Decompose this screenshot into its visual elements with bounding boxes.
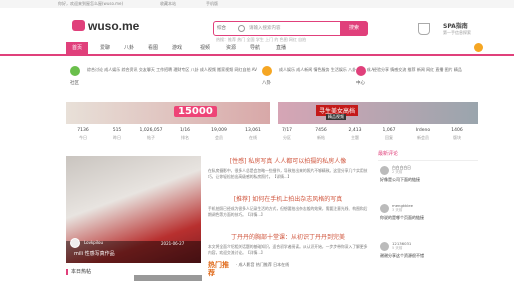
category-links[interactable]: 综合讨论 成人娱乐 综合资讯 交友聊天 工作招聘 理财专区 八卦 成人视频 搬家… <box>87 64 257 76</box>
avatar <box>380 242 389 251</box>
nav-item-resources[interactable]: 资源 <box>220 42 242 55</box>
comment-time: 2 天前 <box>392 170 403 174</box>
nav-item-live[interactable]: 直播 <box>270 42 292 55</box>
ad-banner-left[interactable]: 15000 <box>66 102 270 124</box>
nav-item-games[interactable]: 游戏 <box>166 42 188 55</box>
featured-title: mili 性感写真作品 <box>74 251 115 257</box>
featured-author: Lovkpilou <box>84 240 104 245</box>
banner-subtitle: 精品视频 <box>326 114 346 120</box>
nav-item-gossip[interactable]: 八卦 <box>118 42 140 55</box>
gossip-icon <box>262 66 272 76</box>
hot-recommend-title: 热门推荐 <box>208 261 229 277</box>
article-summary: 在私房摄影中，很多人总是会忽略一些细节，导致拍出来的照片不够精致。这里分享几个实… <box>208 168 368 179</box>
comment-text[interactable]: 你说的是哪个页面的链接 <box>380 215 476 221</box>
stat-item: 2,413 主题 <box>348 128 362 140</box>
article-item[interactable]: 丁丹丹的胸部十堂课：从初识丁丹丹到完美 本文将全面介绍相关话题的基础知识，适合初… <box>208 232 368 261</box>
stat-item: 515 昨日 <box>112 128 122 140</box>
comment-text[interactable]: 好像是公司下面的链接 <box>380 177 476 183</box>
sun-icon[interactable] <box>474 43 483 52</box>
article-list: [性感] 私房写真 人人都可以拍摄的私房人像 在私房摄影中，很多人总是会忽略一些… <box>208 156 368 268</box>
nav-item-navigation[interactable]: 导航 <box>244 42 266 55</box>
search-button[interactable]: 搜索 <box>340 21 368 36</box>
article-summary: 手机拍照已经成为很多人记录生活的方式，但想要拍出杂志般的效果，需要注意光线、构图… <box>208 206 368 217</box>
stat-item: 7/17 分区 <box>281 128 293 140</box>
stat-item: Irdeno 新会员 <box>415 128 431 140</box>
logo-icon <box>72 20 85 31</box>
avatar <box>380 166 389 175</box>
stat-item: 7136 今日 <box>77 128 89 140</box>
mobile-link[interactable]: 手机版 <box>206 0 218 8</box>
search-icon <box>238 25 245 32</box>
nav-item-video[interactable]: 视频 <box>194 42 216 55</box>
stat-item: 1,067 回复 <box>382 128 396 140</box>
latest-comments: 最新评论 白白白白日 2 天前 好像是公司下面的链接 mengkklee 3 天… <box>378 150 478 281</box>
nav-item-pics[interactable]: 看图 <box>142 42 164 55</box>
article-title[interactable]: [性感] 私房写真 人人都可以拍摄的私房人像 <box>208 156 368 165</box>
category-label: 中心 <box>356 81 365 86</box>
stat-item: 7456 新帖 <box>315 128 327 140</box>
community-icon <box>70 66 80 76</box>
stat-item: 1406 版块 <box>451 128 463 140</box>
comment-time: 5 天前 <box>392 246 403 250</box>
sidebar-title: 最新评论 <box>378 150 478 161</box>
article-item[interactable]: [推荐] 如何在手机上拍出杂志风格的写真 手机拍照已经成为很多人记录生活的方式，… <box>208 194 368 223</box>
stat-item: 13,061 在线 <box>245 128 261 140</box>
site-header: wuso.me 综合 请输入搜索内容 搜索 热搜：推荐 热门 全国 学生 上门 … <box>0 8 514 43</box>
comment-time: 3 天前 <box>392 208 403 212</box>
main-nav: 首页 爱聊 八卦 看图 游戏 视频 资源 导航 直播 <box>0 42 514 56</box>
ad-banner-right[interactable]: 寻生美女高档 精品视频 <box>278 102 478 124</box>
heading-accent <box>66 268 68 275</box>
favorite-link[interactable]: 收藏本站 <box>160 0 176 8</box>
coffee-cup-icon <box>418 23 430 35</box>
top-bar: 你好，欢迎来到屋怎么屋(wuso.me) 收藏本站 手机版 <box>0 0 514 8</box>
article-title[interactable]: [推荐] 如何在手机上拍出杂志风格的写真 <box>208 194 368 203</box>
stat-item: 1,026,057 帖子 <box>139 128 163 140</box>
nav-item-home[interactable]: 首页 <box>66 42 88 55</box>
avatar <box>380 204 389 213</box>
category-bar: 社区 综合讨论 成人娱乐 综合资讯 交友聊天 工作招聘 理财专区 八卦 成人视频… <box>66 64 478 94</box>
spa-guide[interactable]: SPA指南 第一手信息探索 <box>418 21 478 43</box>
category-label: 八卦 <box>262 81 271 86</box>
site-logo[interactable]: wuso.me <box>72 18 142 34</box>
search-input[interactable]: 请输入搜索内容 <box>249 22 281 35</box>
article-title[interactable]: 丁丹丹的胸部十堂课：从初识丁丹丹到完美 <box>208 232 368 241</box>
today-hot-title: 本日热帖 <box>71 269 92 275</box>
comment-text[interactable]: 谢谢分享这个资源很不错 <box>380 253 476 259</box>
banner-amount: 15000 <box>174 106 217 117</box>
article-item[interactable]: [性感] 私房写真 人人都可以拍摄的私房人像 在私房摄影中，很多人总是会忽略一些… <box>208 156 368 185</box>
category-links[interactable]: 经验分享 情感交流 推荐 新闻 网红 直播 图片 精品 <box>373 64 468 76</box>
thumbnail-strip[interactable] <box>134 275 202 281</box>
stat-item: 1/16 排名 <box>179 128 191 140</box>
stat-item: 19,009 会员 <box>211 128 227 140</box>
featured-image[interactable]: Lovkpilou 2021-06-27 mili 性感写真作品 <box>66 156 201 263</box>
spa-subtitle: 第一手信息探索 <box>443 30 471 35</box>
hot-recommend-item[interactable]: · 成人影音 热门推荐 日本在线 <box>236 262 289 268</box>
center-icon <box>356 66 366 76</box>
avatar <box>70 238 80 248</box>
stats-row: 7136 今日 515 昨日 1,026,057 帖子 1/16 排名 19,009 会员… <box>66 128 478 148</box>
spa-title: SPA指南 <box>443 23 468 30</box>
featured-date: 2021-06-27 <box>161 241 185 246</box>
welcome-text: 你好，欢迎来到屋怎么屋(wuso.me) <box>58 1 124 6</box>
search-box: 综合 请输入搜索内容 搜索 <box>213 21 368 36</box>
nav-item-chat[interactable]: 爱聊 <box>94 42 116 55</box>
logo-text: wuso.me <box>88 19 140 33</box>
today-hot-heading: 本日热帖 <box>66 268 91 275</box>
article-summary: 本文将全面介绍相关话题的基础知识，适合初学者阅读。从认识开始，一步步带你深入了解… <box>208 244 368 255</box>
search-category-select[interactable]: 综合 <box>217 22 226 35</box>
category-label: 社区 <box>70 81 79 86</box>
